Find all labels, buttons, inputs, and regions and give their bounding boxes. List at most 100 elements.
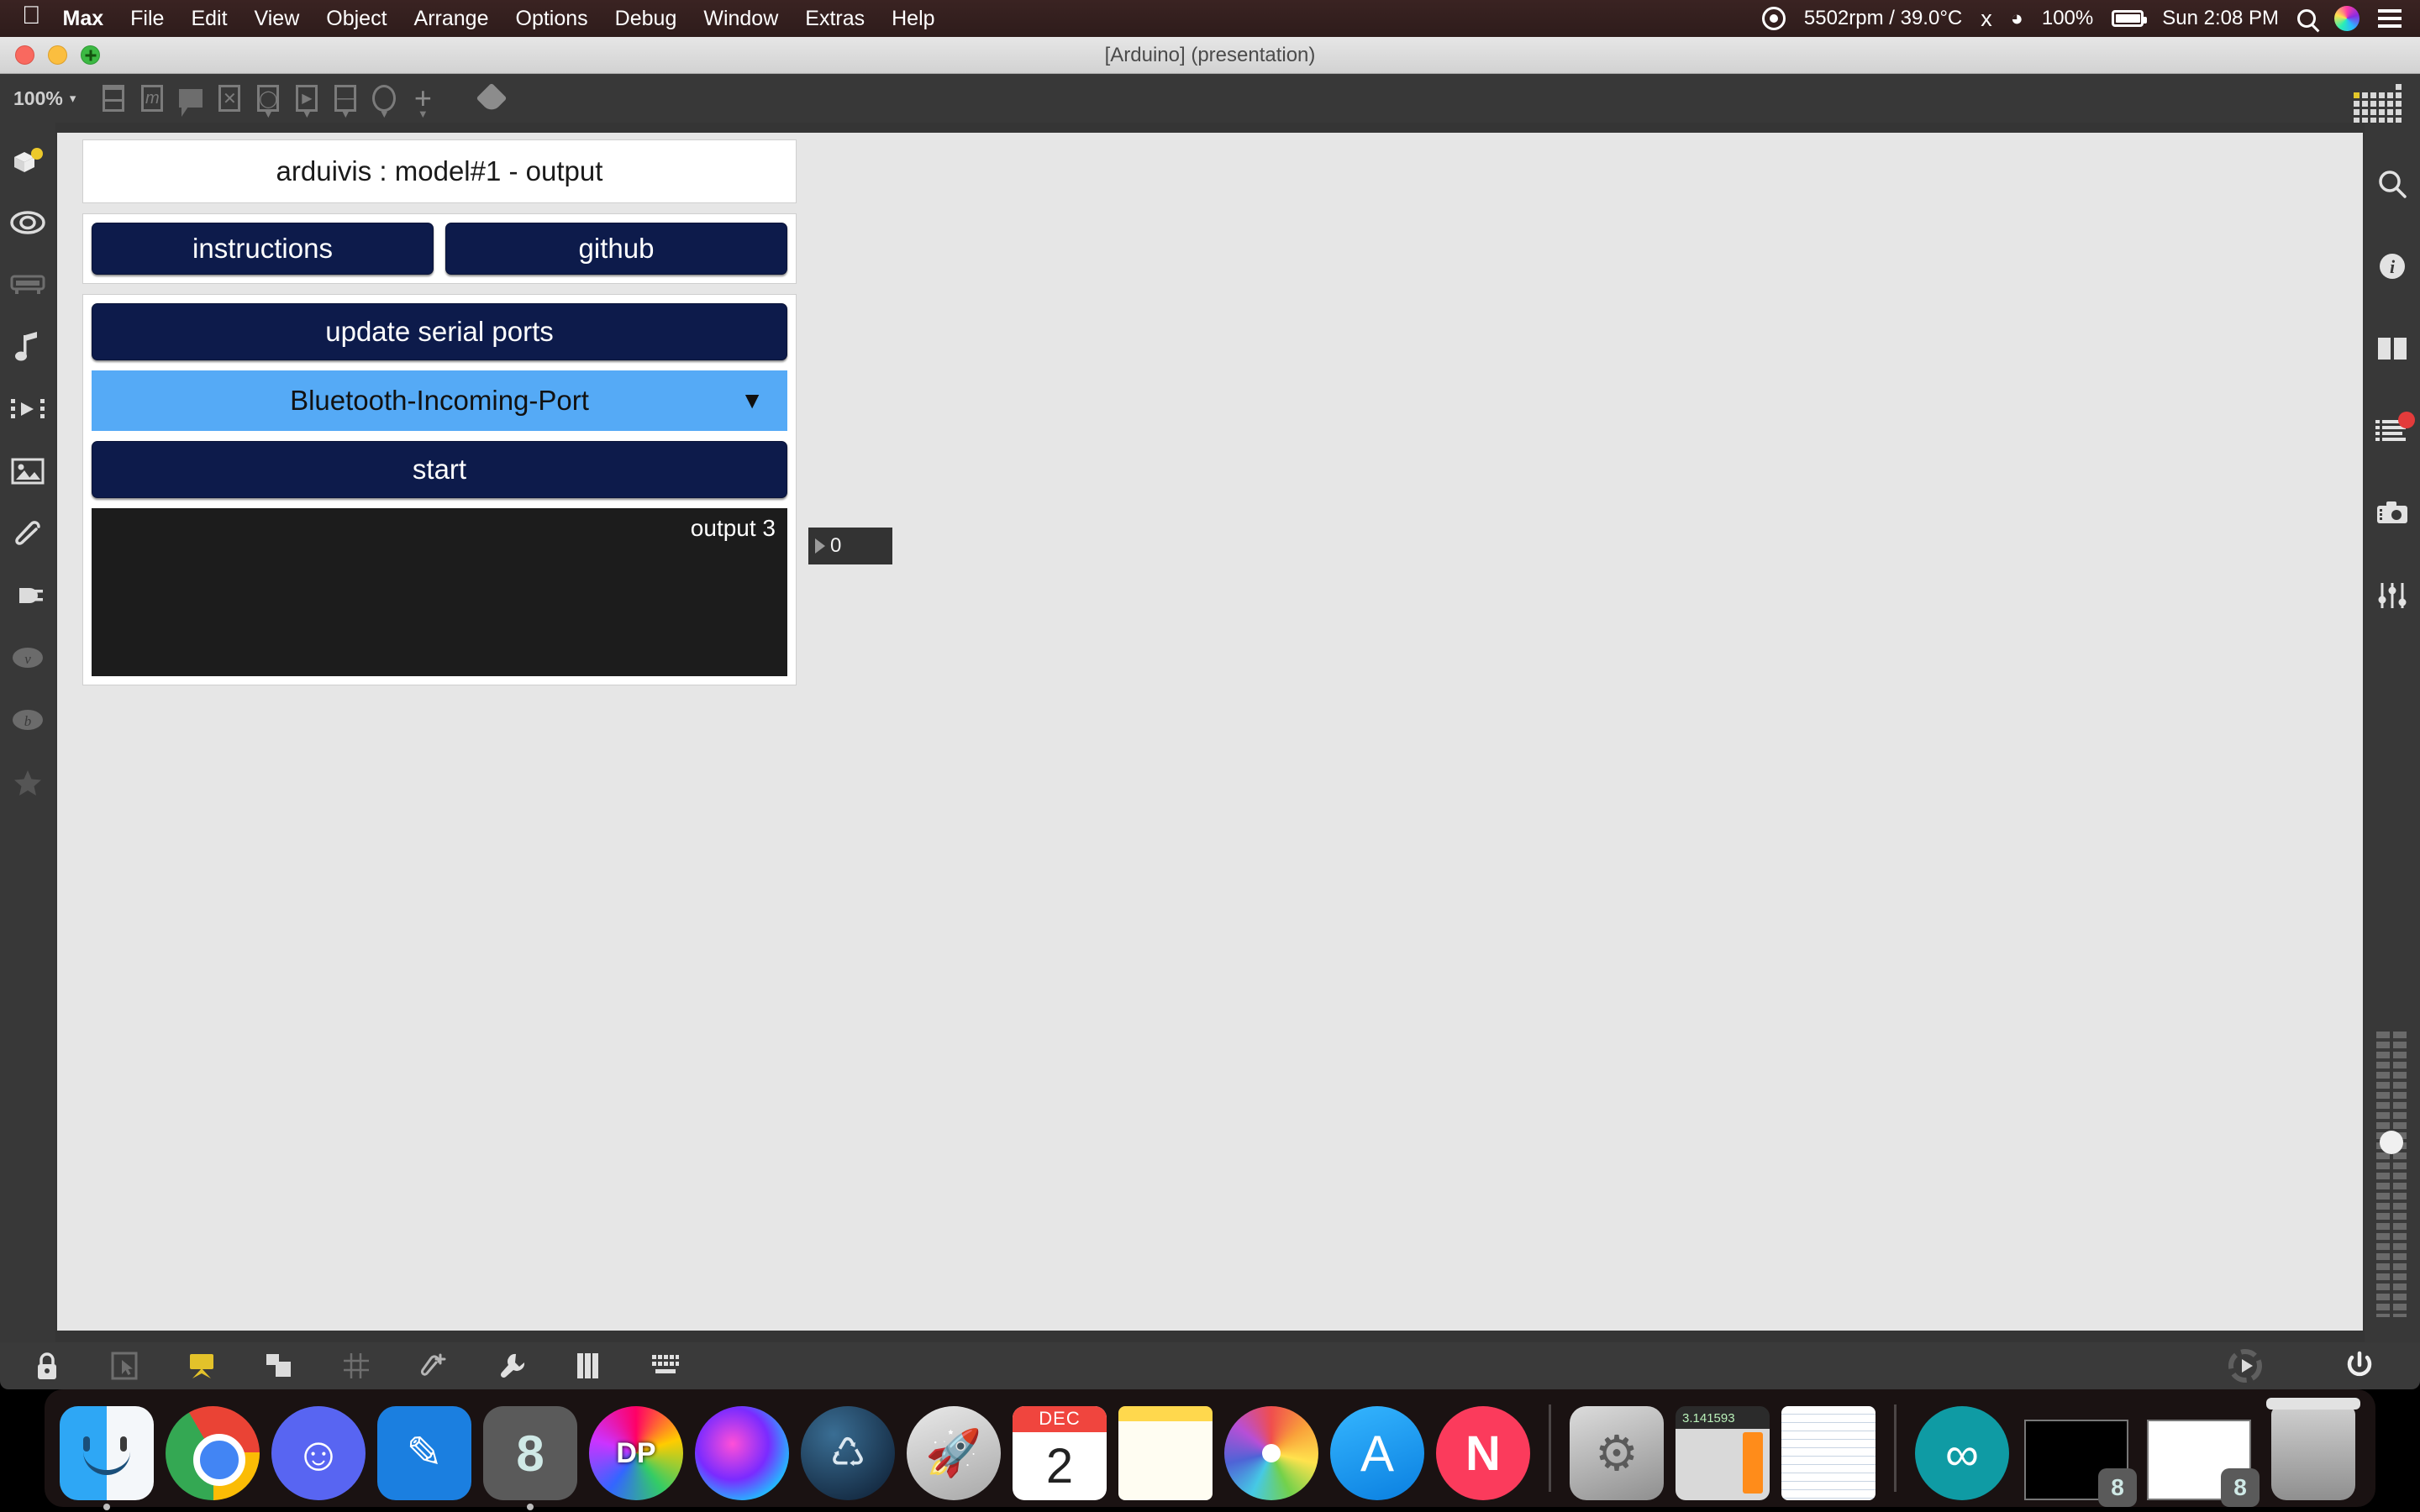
running-indicator — [527, 1504, 534, 1510]
menu-item-file[interactable]: File — [130, 7, 164, 31]
menu-item-view[interactable]: View — [255, 7, 300, 31]
menu-item-extras[interactable]: Extras — [805, 7, 865, 31]
panel-split-icon[interactable] — [2365, 318, 2420, 380]
minimized-window-max-console[interactable]: 8 — [2021, 1406, 2137, 1507]
dock-item-news[interactable]: N — [1436, 1406, 1530, 1500]
serial-port-dropdown[interactable]: Bluetooth-Incoming-Port ▼ — [92, 370, 787, 431]
dock-item-chrome[interactable] — [166, 1406, 260, 1500]
search-icon[interactable] — [2365, 153, 2420, 215]
mixer-sliders-icon[interactable] — [2365, 564, 2420, 627]
zoom-level-label[interactable]: 100% — [0, 87, 70, 110]
info-icon[interactable]: i — [2365, 235, 2420, 297]
dock-item-xcode[interactable]: ✎ — [377, 1406, 471, 1500]
paperclip-icon[interactable] — [0, 502, 55, 564]
add-clipping-icon[interactable] — [395, 1342, 472, 1389]
github-button[interactable]: github — [445, 223, 787, 275]
message-box-icon[interactable]: m — [133, 74, 171, 123]
beap-icon[interactable]: b — [0, 689, 55, 751]
video-playback-icon[interactable] — [0, 378, 55, 440]
menu-item-options[interactable]: Options — [516, 7, 588, 31]
battery-percent-label[interactable]: 100% — [2042, 7, 2093, 30]
menu-item-help[interactable]: Help — [892, 7, 934, 31]
max-icon: 8 — [483, 1406, 577, 1500]
add-object-icon[interactable]: + ▼ — [403, 74, 442, 123]
bluetooth-icon[interactable]: x — [1981, 6, 1992, 32]
lock-icon[interactable] — [8, 1342, 86, 1389]
notes-icon — [1118, 1406, 1213, 1500]
menu-item-arrange[interactable]: Arrange — [414, 7, 489, 31]
presentation-mode-icon[interactable] — [163, 1342, 240, 1389]
vizzie-icon[interactable]: v — [0, 627, 55, 689]
button-bang-icon[interactable]: ◯ ▼ — [249, 74, 287, 123]
music-note-icon[interactable] — [0, 316, 55, 378]
copy-layers-icon[interactable] — [240, 1342, 318, 1389]
search-icon[interactable] — [2297, 9, 2316, 28]
paint-bucket-icon[interactable] — [472, 74, 511, 123]
menu-item-object[interactable]: Object — [326, 7, 387, 31]
dock-item-trash[interactable] — [2266, 1398, 2360, 1500]
arduino-icon: ∞ — [1915, 1406, 2009, 1500]
dock-item-textedit[interactable] — [1781, 1406, 1876, 1500]
inspector-wrench-icon[interactable] — [472, 1342, 550, 1389]
dock-item-notes[interactable] — [1118, 1406, 1213, 1500]
transport-play-icon[interactable] — [2207, 1342, 2284, 1389]
chevron-down-icon[interactable]: ▾ — [70, 91, 76, 106]
serial-port-selected-value: Bluetooth-Incoming-Port — [290, 385, 589, 416]
fan-status-text[interactable]: 5502rpm / 39.0°C — [1804, 7, 1962, 30]
apple-logo-icon[interactable]:  — [22, 3, 41, 29]
menu-item-edit[interactable]: Edit — [191, 7, 227, 31]
wifi-icon[interactable]: ◕ — [2011, 7, 2023, 31]
output-console[interactable]: output 3 — [92, 508, 787, 676]
dock-item-system-preferences[interactable]: ⚙ — [1570, 1406, 1664, 1500]
start-button[interactable]: start — [92, 441, 787, 498]
control-center-icon[interactable] — [2378, 9, 2402, 28]
dock-item-calculator[interactable]: 3.141593 — [1676, 1406, 1770, 1500]
menu-item-max[interactable]: Max — [63, 7, 104, 31]
dock-item-launchpad[interactable]: 🚀 — [907, 1406, 1001, 1500]
update-serial-ports-button[interactable]: update serial ports — [92, 303, 787, 360]
dock-item-siri[interactable] — [695, 1406, 789, 1500]
dock-item-discord[interactable]: ☺ — [271, 1406, 366, 1500]
svg-text:v: v — [24, 651, 31, 667]
image-icon[interactable] — [0, 440, 55, 502]
object-box-icon[interactable] — [94, 74, 133, 123]
dock-item-photos[interactable] — [1224, 1406, 1318, 1500]
dock-item-digital-performer[interactable]: DP — [589, 1406, 683, 1500]
edit-cursor-icon[interactable] — [86, 1342, 163, 1389]
plug-icon[interactable] — [0, 564, 55, 627]
console-list-icon[interactable] — [2365, 400, 2420, 462]
audio-power-icon[interactable] — [2321, 1342, 2398, 1389]
slider-icon[interactable]: — ▼ — [326, 74, 365, 123]
minimized-window-max-patcher[interactable]: 8 — [2144, 1406, 2260, 1507]
dock-item-finder[interactable] — [60, 1406, 154, 1510]
toggle-icon[interactable]: ✕ — [210, 74, 249, 123]
instructions-button[interactable]: instructions — [92, 223, 434, 275]
dock-item-app-store[interactable]: A — [1330, 1406, 1424, 1500]
finder-icon — [60, 1406, 154, 1500]
clock-label[interactable]: Sun 2:08 PM — [2162, 7, 2279, 30]
keyboard-object-icon[interactable] — [0, 254, 55, 316]
dial-icon[interactable]: ▼ — [365, 74, 403, 123]
comment-icon[interactable] — [171, 74, 210, 123]
snapshot-camera-icon[interactable] — [2365, 482, 2420, 544]
meter-knob[interactable] — [2380, 1131, 2403, 1154]
fan-icon[interactable] — [1761, 7, 1786, 30]
news-icon: N — [1436, 1406, 1530, 1500]
dock-item-steam[interactable]: ♺ — [801, 1406, 895, 1500]
output-number-box[interactable]: 0 — [808, 528, 892, 564]
favorites-star-icon[interactable] — [0, 751, 55, 813]
packages-icon[interactable] — [0, 129, 55, 192]
battery-icon[interactable] — [2112, 10, 2148, 27]
siri-icon[interactable] — [2334, 6, 2360, 31]
playbar-icon[interactable]: ▶ ▼ — [287, 74, 326, 123]
grid-snap-icon[interactable] — [318, 1342, 395, 1389]
dock-item-max[interactable]: 8 — [483, 1406, 577, 1510]
computer-keyboard-icon[interactable] — [627, 1342, 704, 1389]
menu-item-debug[interactable]: Debug — [615, 7, 677, 31]
menu-item-window[interactable]: Window — [703, 7, 778, 31]
dock-item-arduino[interactable]: ∞ — [1915, 1406, 2009, 1500]
eye-icon[interactable] — [0, 192, 55, 254]
dock-item-calendar[interactable]: DEC 2 — [1013, 1406, 1107, 1500]
level-meter[interactable] — [2376, 1032, 2407, 1317]
piano-keys-icon[interactable] — [550, 1342, 627, 1389]
